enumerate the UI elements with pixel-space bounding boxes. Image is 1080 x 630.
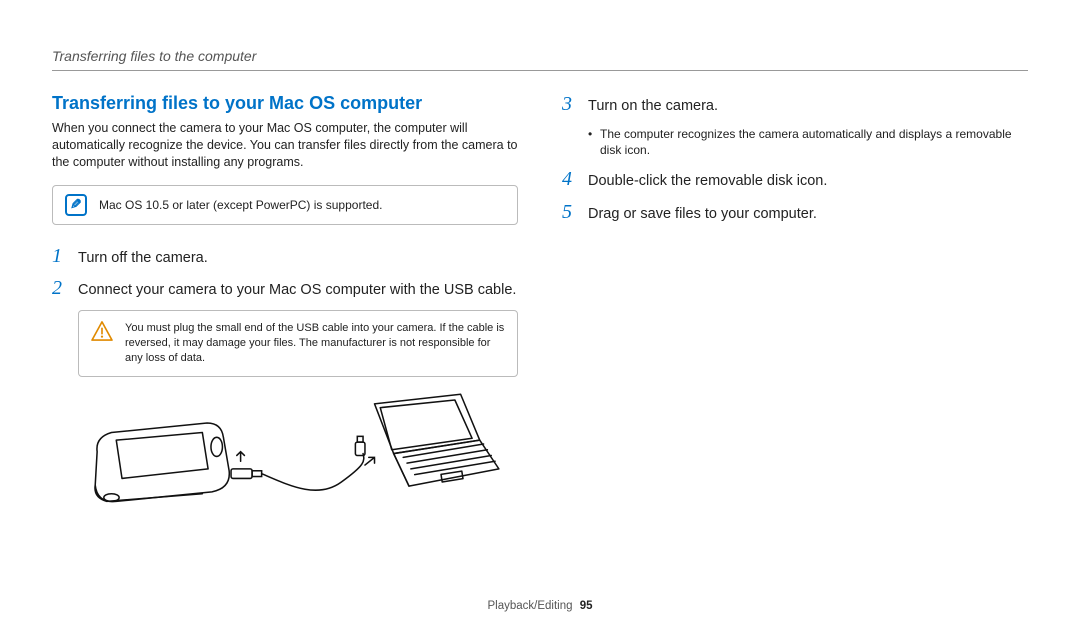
step-5: 5 Drag or save files to your computer. [562, 201, 1028, 224]
section-title: Transferring files to your Mac OS comput… [52, 93, 518, 114]
section-intro: When you connect the camera to your Mac … [52, 120, 518, 171]
step-2: 2 Connect your camera to your Mac OS com… [52, 277, 518, 300]
page-number: 95 [580, 600, 593, 612]
note-box: Mac OS 10.5 or later (except PowerPC) is… [52, 185, 518, 225]
step-text: Double-click the removable disk icon. [588, 172, 827, 191]
step-number: 3 [562, 93, 578, 115]
warning-text: You must plug the small end of the USB c… [125, 321, 505, 366]
note-icon [65, 194, 87, 216]
left-column: Transferring files to your Mac OS comput… [52, 93, 518, 541]
warning-box: You must plug the small end of the USB c… [78, 310, 518, 377]
note-text: Mac OS 10.5 or later (except PowerPC) is… [99, 198, 382, 212]
step-text: Drag or save files to your computer. [588, 205, 817, 224]
footer-section: Playback/Editing [487, 600, 572, 612]
connection-illustration [78, 391, 518, 541]
step-text: Turn off the camera. [78, 249, 208, 268]
step-number: 5 [562, 201, 578, 223]
content-columns: Transferring files to your Mac OS comput… [52, 93, 1028, 541]
warning-icon [91, 321, 113, 341]
step-text: Connect your camera to your Mac OS compu… [78, 281, 516, 300]
step-1: 1 Turn off the camera. [52, 245, 518, 268]
step-number: 1 [52, 245, 68, 267]
step-number: 2 [52, 277, 68, 299]
right-column: 3 Turn on the camera. The computer recog… [562, 93, 1028, 541]
step-3: 3 Turn on the camera. [562, 93, 1028, 116]
step-3-sub: The computer recognizes the camera autom… [588, 126, 1028, 158]
step-3-bullet: The computer recognizes the camera autom… [588, 126, 1028, 158]
step-4: 4 Double-click the removable disk icon. [562, 168, 1028, 191]
step-text: Turn on the camera. [588, 97, 718, 116]
page-footer: Playback/Editing 95 [0, 600, 1080, 612]
running-header: Transferring files to the computer [52, 48, 1028, 71]
step-number: 4 [562, 168, 578, 190]
